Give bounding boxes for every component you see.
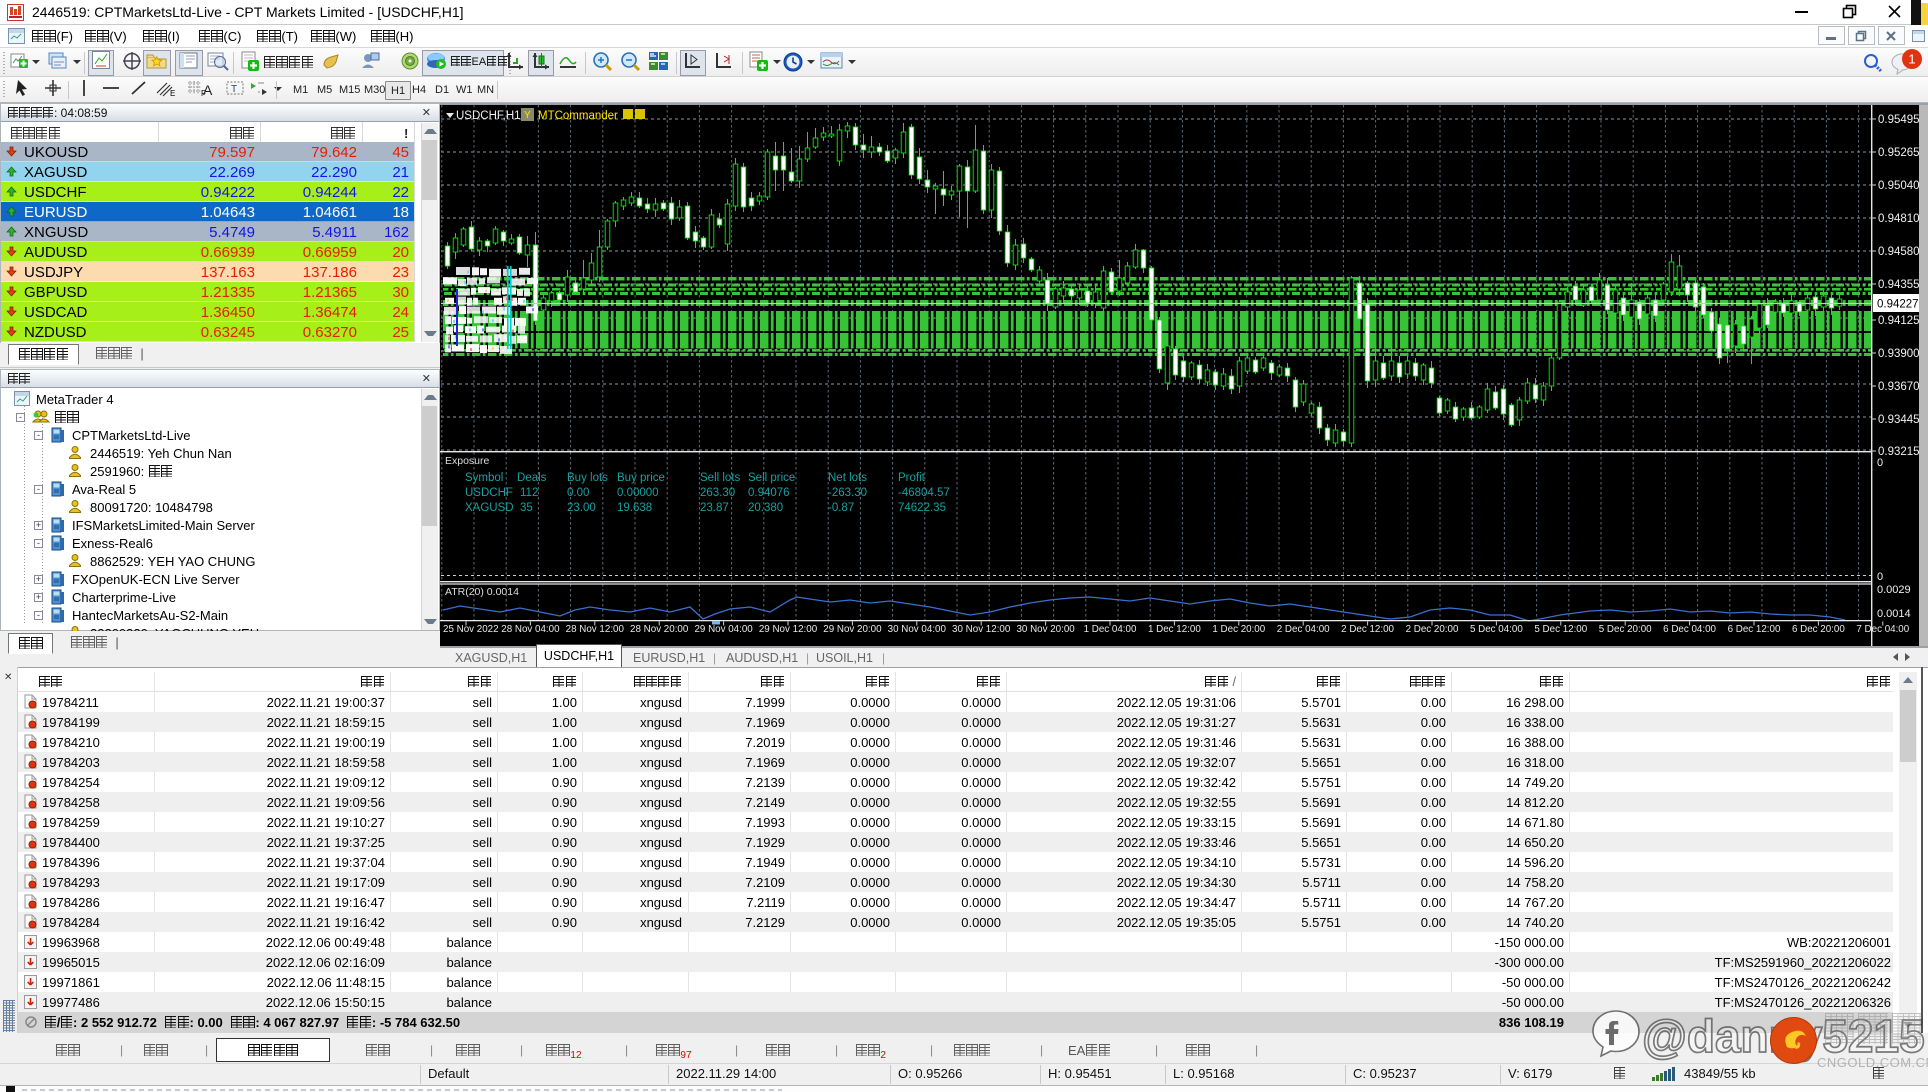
svg-text:Y: Y <box>524 110 531 121</box>
svg-text:0.00000: 0.00000 <box>617 487 659 499</box>
svg-text:Net lots: Net lots <box>828 472 867 484</box>
svg-text:0.0014: 0.0014 <box>1877 608 1911 620</box>
svg-text:28 Nov 04:00: 28 Nov 04:00 <box>501 624 560 635</box>
svg-text:23.00: 23.00 <box>567 502 596 514</box>
svg-text:263.30: 263.30 <box>700 487 735 499</box>
svg-text:5 Dec 20:00: 5 Dec 20:00 <box>1599 624 1652 635</box>
svg-text:2 Dec 12:00: 2 Dec 12:00 <box>1341 624 1394 635</box>
svg-text:30 Nov 04:00: 30 Nov 04:00 <box>888 624 947 635</box>
svg-text:1 Dec 04:00: 1 Dec 04:00 <box>1084 624 1137 635</box>
svg-text:19.638: 19.638 <box>617 502 652 514</box>
svg-text:T: T <box>231 84 237 95</box>
svg-text:0.95495: 0.95495 <box>1878 114 1920 126</box>
svg-text:0.0029: 0.0029 <box>1877 584 1911 596</box>
svg-text:23.87: 23.87 <box>700 502 729 514</box>
svg-text:-46804.57: -46804.57 <box>898 487 950 499</box>
svg-text:0.93670: 0.93670 <box>1878 381 1920 393</box>
svg-text:MTCommander: MTCommander <box>538 110 618 122</box>
svg-text:6 Dec 20:00: 6 Dec 20:00 <box>1792 624 1845 635</box>
svg-text:XAGUSD: XAGUSD <box>465 502 514 514</box>
svg-text:0.94076: 0.94076 <box>748 487 790 499</box>
svg-text:25 Nov 2022: 25 Nov 2022 <box>443 624 499 635</box>
svg-text:USDCHF,H1: USDCHF,H1 <box>456 110 521 122</box>
svg-text:28 Nov 20:00: 28 Nov 20:00 <box>630 624 689 635</box>
svg-text:0.00: 0.00 <box>567 487 589 499</box>
svg-text:0: 0 <box>1877 457 1883 469</box>
svg-text:5 Dec 12:00: 5 Dec 12:00 <box>1534 624 1587 635</box>
svg-text:112: 112 <box>520 487 538 499</box>
svg-text:Symbol: Symbol <box>465 472 503 484</box>
svg-text:35: 35 <box>520 502 533 514</box>
svg-text:28 Nov 12:00: 28 Nov 12:00 <box>566 624 625 635</box>
svg-text:ATR(20) 0.0014: ATR(20) 0.0014 <box>445 586 519 598</box>
svg-text:20.380: 20.380 <box>748 502 783 514</box>
svg-text:E: E <box>170 89 175 97</box>
svg-text:0.95265: 0.95265 <box>1878 147 1920 159</box>
svg-text:Deals: Deals <box>517 472 547 484</box>
svg-text:Sell price: Sell price <box>748 472 795 484</box>
svg-text:29 Nov 12:00: 29 Nov 12:00 <box>759 624 818 635</box>
svg-text:2 Dec 04:00: 2 Dec 04:00 <box>1277 624 1330 635</box>
svg-text:USDCHF: USDCHF <box>465 487 513 499</box>
svg-text:29 Nov 20:00: 29 Nov 20:00 <box>823 624 882 635</box>
svg-text:1: 1 <box>1908 52 1915 67</box>
svg-text:29 Nov 04:00: 29 Nov 04:00 <box>694 624 753 635</box>
svg-text:6 Dec 12:00: 6 Dec 12:00 <box>1728 624 1781 635</box>
svg-text:1 Dec 12:00: 1 Dec 12:00 <box>1148 624 1201 635</box>
svg-text:0.93215: 0.93215 <box>1878 446 1920 458</box>
svg-text:30 Nov 12:00: 30 Nov 12:00 <box>952 624 1011 635</box>
svg-text:-263.30: -263.30 <box>828 487 867 499</box>
svg-text:Buy lots: Buy lots <box>567 472 608 484</box>
svg-text:Exposure: Exposure <box>445 455 490 467</box>
svg-text:5 Dec 04:00: 5 Dec 04:00 <box>1470 624 1523 635</box>
svg-text:0.94227: 0.94227 <box>1877 299 1919 311</box>
svg-text:Profit: Profit <box>898 472 926 484</box>
svg-text:0.93900: 0.93900 <box>1878 348 1920 360</box>
svg-text:30 Nov 20:00: 30 Nov 20:00 <box>1016 624 1075 635</box>
svg-text:0.94355: 0.94355 <box>1878 279 1920 291</box>
svg-text:0.94580: 0.94580 <box>1878 246 1920 258</box>
svg-text:74622.35: 74622.35 <box>898 502 946 514</box>
svg-text:0.93445: 0.93445 <box>1878 414 1920 426</box>
svg-text:0.95040: 0.95040 <box>1878 180 1920 192</box>
svg-text:-0.87: -0.87 <box>828 502 854 514</box>
svg-text:0.94810: 0.94810 <box>1878 213 1920 225</box>
svg-text:6 Dec 04:00: 6 Dec 04:00 <box>1663 624 1716 635</box>
svg-text:0: 0 <box>1877 571 1883 583</box>
svg-text:Buy price: Buy price <box>617 472 665 484</box>
svg-text:1 Dec 20:00: 1 Dec 20:00 <box>1212 624 1265 635</box>
svg-text:Sell lots: Sell lots <box>700 472 741 484</box>
svg-text:2 Dec 20:00: 2 Dec 20:00 <box>1406 624 1459 635</box>
svg-text:7 Dec 04:00: 7 Dec 04:00 <box>1856 624 1909 635</box>
svg-text:0.94125: 0.94125 <box>1878 315 1920 327</box>
